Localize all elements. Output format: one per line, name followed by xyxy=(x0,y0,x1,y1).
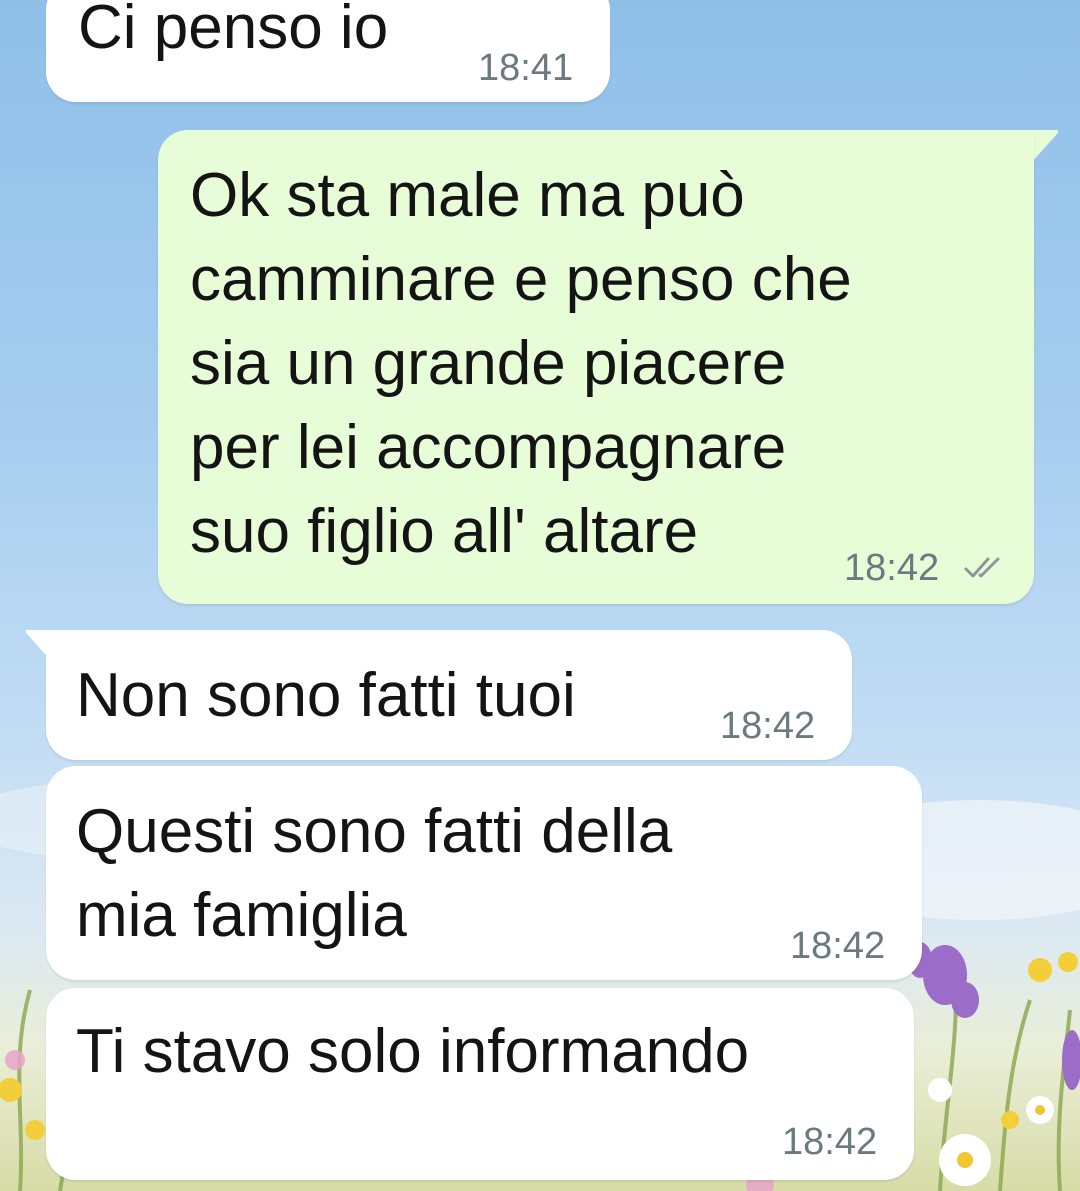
message-text: Non sono fatti tuoi xyxy=(76,661,576,730)
message-text: Ok sta male ma può camminare e penso che… xyxy=(190,161,852,566)
message-timestamp: 18:42 xyxy=(720,705,816,747)
message-text: Ci penso io xyxy=(78,0,389,62)
message-timestamp: 18:42 xyxy=(844,547,940,589)
message-timestamp: 18:42 xyxy=(790,925,886,967)
message-timestamp: 18:42 xyxy=(782,1121,878,1163)
message-bubble-incoming[interactable]: Ti stavo solo informando 18:42 xyxy=(46,988,914,1180)
message-bubble-outgoing[interactable]: Ok sta male ma può camminare e penso che… xyxy=(158,130,1034,604)
message-bubble-incoming[interactable]: Non sono fatti tuoi 18:42 xyxy=(46,630,852,760)
message-text: Ti stavo solo informando xyxy=(76,1017,750,1086)
double-check-icon xyxy=(964,557,1000,578)
message-timestamp: 18:41 xyxy=(478,47,574,89)
message-bubble-incoming[interactable]: Questi sono fatti della mia famiglia 18:… xyxy=(46,766,922,980)
message-bubble-incoming[interactable]: Ci penso io 18:41 xyxy=(46,0,610,102)
message-text: Questi sono fatti della mia famiglia xyxy=(76,797,673,950)
